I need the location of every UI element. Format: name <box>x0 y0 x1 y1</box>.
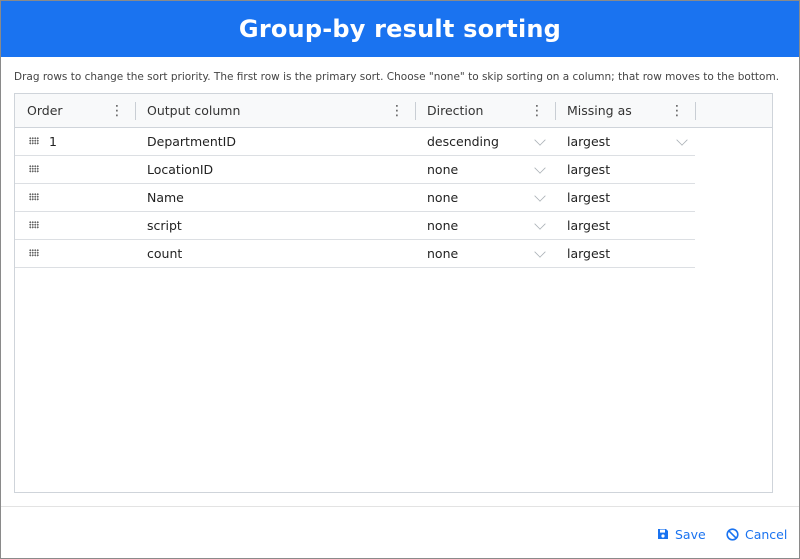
drag-handle-icon[interactable] <box>29 249 39 257</box>
table-row[interactable]: Name none largest <box>15 184 695 212</box>
save-label: Save <box>675 526 706 542</box>
save-button[interactable]: Save <box>657 525 706 543</box>
table-row[interactable]: LocationID none largest <box>15 156 695 184</box>
dialog-title: Group-by result sorting <box>1 1 799 57</box>
row-output-column: count <box>147 246 183 261</box>
missing-as-cell[interactable]: largest <box>567 212 695 239</box>
chevron-down-icon[interactable] <box>534 190 546 202</box>
kebab-icon[interactable]: ⋮ <box>390 103 404 119</box>
row-output-column: LocationID <box>147 162 214 177</box>
chevron-down-icon[interactable] <box>534 218 546 230</box>
table-row[interactable]: 1 DepartmentID descending largest <box>15 128 695 156</box>
direction-value: none <box>427 218 459 233</box>
table-row[interactable]: count none largest <box>15 240 695 268</box>
floppy-disk-icon <box>658 529 668 539</box>
direction-select[interactable]: none <box>427 240 555 267</box>
direction-select[interactable]: none <box>427 184 555 211</box>
missing-as-cell[interactable]: largest <box>567 184 695 211</box>
missing-as-value: largest <box>567 190 611 205</box>
direction-value: none <box>427 162 459 177</box>
drag-handle-icon[interactable] <box>29 193 39 201</box>
kebab-icon[interactable]: ⋮ <box>670 103 684 119</box>
drag-handle-icon[interactable] <box>29 221 39 229</box>
chevron-down-icon[interactable] <box>534 134 546 146</box>
direction-value: descending <box>427 134 499 149</box>
missing-as-select[interactable]: largest <box>567 128 695 155</box>
grid-header: Order ⋮ Output column ⋮ Direction ⋮ Miss… <box>15 94 772 128</box>
header-direction-label: Direction <box>427 103 484 118</box>
footer-divider <box>1 506 799 507</box>
sort-dialog: Group-by result sorting Drag rows to cha… <box>0 0 800 559</box>
missing-as-value: largest <box>567 246 611 261</box>
table-row[interactable]: script none largest <box>15 212 695 240</box>
chevron-down-icon[interactable] <box>534 162 546 174</box>
chevron-down-icon[interactable] <box>676 134 688 146</box>
direction-select[interactable]: none <box>427 156 555 183</box>
column-divider[interactable] <box>695 102 696 120</box>
kebab-icon[interactable]: ⋮ <box>110 103 124 119</box>
direction-value: none <box>427 246 459 261</box>
missing-as-value: largest <box>567 134 611 149</box>
drag-handle-icon[interactable] <box>29 165 39 173</box>
ban-icon <box>726 527 739 541</box>
kebab-icon[interactable]: ⋮ <box>530 103 544 119</box>
cancel-label: Cancel <box>745 526 788 542</box>
header-output-column[interactable]: Output column <box>135 94 415 127</box>
header-missing-as-label: Missing as <box>567 103 632 118</box>
header-output-column-label: Output column <box>147 103 241 118</box>
missing-as-value: largest <box>567 218 611 233</box>
direction-value: none <box>427 190 459 205</box>
direction-select[interactable]: descending <box>427 128 555 155</box>
cancel-button[interactable]: Cancel <box>726 525 787 543</box>
row-output-column: Name <box>147 190 184 205</box>
missing-as-cell[interactable]: largest <box>567 240 695 267</box>
sort-grid: Order ⋮ Output column ⋮ Direction ⋮ Miss… <box>14 93 773 493</box>
missing-as-cell[interactable]: largest <box>567 156 695 183</box>
drag-handle-icon[interactable] <box>29 137 39 145</box>
chevron-down-icon[interactable] <box>534 246 546 258</box>
row-output-column: script <box>147 218 182 233</box>
direction-select[interactable]: none <box>427 212 555 239</box>
missing-as-value: largest <box>567 162 611 177</box>
row-order: 1 <box>49 134 57 149</box>
header-order-label: Order <box>27 103 63 118</box>
row-output-column: DepartmentID <box>147 134 236 149</box>
instructions-text: Drag rows to change the sort priority. T… <box>14 71 780 83</box>
